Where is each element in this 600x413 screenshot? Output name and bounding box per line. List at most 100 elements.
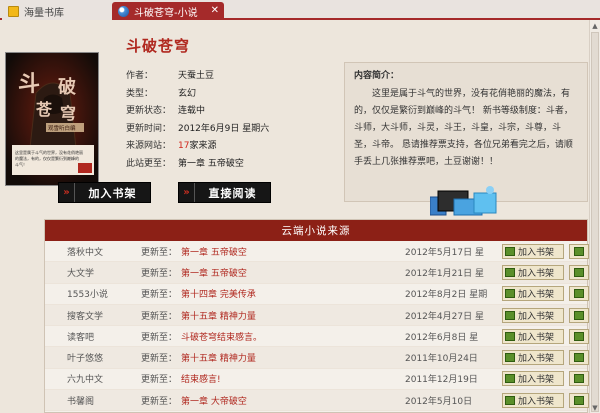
- cover-caption: 观雪听白编: [48, 124, 76, 132]
- source-date: 2012年5月17日 星: [405, 247, 484, 258]
- book-icon: [505, 353, 515, 363]
- row-add-to-shelf-button[interactable]: 加入书架: [502, 328, 564, 344]
- row-read-button[interactable]: [569, 350, 589, 366]
- scrollbar-thumb[interactable]: [591, 32, 599, 412]
- add-to-shelf-button[interactable]: » 加入书架: [58, 182, 151, 203]
- cover-big-char: 斗: [18, 71, 40, 97]
- source-date: 2012年1月21日 星: [405, 268, 484, 279]
- scroll-up-icon[interactable]: ▲: [590, 20, 600, 31]
- source-date: 2012年8月2日 星期: [405, 290, 488, 301]
- vertical-scrollbar[interactable]: ▲ ▼: [589, 20, 600, 413]
- source-list: 落秋中文 更新至： 第一章 五帝破空 2012年5月17日 星加入书架 大文学 更新至：第…: [45, 241, 589, 412]
- source-chapter[interactable]: 第十五章 精神力量: [181, 351, 256, 364]
- source-row[interactable]: 1553小说 更新至： 第十四章 完美传承 2012年8月2日 星期 加入书架: [45, 284, 589, 305]
- source-chapter[interactable]: 第一章 五帝破空: [181, 245, 247, 258]
- book-icon: [505, 395, 515, 405]
- source-site[interactable]: 搜客文学: [67, 309, 103, 322]
- book-info: 作者： 天蚕土豆 类型： 玄幻 更新状态： 连载中 更新时间： 2012年6月9…: [126, 66, 269, 171]
- source-row[interactable]: 落秋中文 更新至： 第一章 五帝破空 2012年5月17日 星 加入书架: [45, 241, 589, 263]
- book-icon: [505, 246, 515, 256]
- info-key: 更新时间：: [126, 123, 172, 134]
- row-read-button[interactable]: [569, 328, 589, 344]
- source-site[interactable]: 书馨阁: [67, 394, 94, 407]
- source-chapter[interactable]: 第一章 五帝破空: [181, 266, 247, 279]
- source-count-suffix: 家来源: [189, 141, 217, 152]
- button-label: 直接阅读: [208, 186, 257, 200]
- info-key: 更新状态：: [126, 106, 172, 117]
- tab-book-library[interactable]: 海量书库: [2, 2, 112, 20]
- chevron-right-icon: »: [59, 183, 75, 202]
- row-read-button[interactable]: [569, 392, 589, 408]
- row-read-button[interactable]: [569, 371, 589, 387]
- source-row[interactable]: 读客吧 更新至： 斗破苍穹结束感言。 2012年6月8日 星 加入书架: [45, 326, 589, 348]
- source-site[interactable]: 落秋中文: [67, 245, 103, 258]
- book-icon: [574, 246, 584, 256]
- button-label: 加入书架: [518, 332, 555, 343]
- info-author: 作者： 天蚕土豆: [126, 66, 269, 84]
- source-site[interactable]: 1553小说: [67, 287, 108, 300]
- row-add-to-shelf-button[interactable]: 加入书架: [502, 371, 564, 387]
- svg-text:斗气！: 斗气！: [15, 161, 27, 167]
- row-add-to-shelf-button[interactable]: 加入书架: [502, 286, 564, 302]
- source-site[interactable]: 叶子悠悠: [67, 351, 103, 364]
- row-add-to-shelf-button[interactable]: 加入书架: [502, 264, 564, 280]
- read-now-button[interactable]: » 直接阅读: [178, 182, 271, 203]
- book-icon: [505, 289, 515, 299]
- source-row[interactable]: 六九中文 更新至： 结束感言! 2011年12月19日 加入书架: [45, 369, 589, 391]
- source-row[interactable]: 叶子悠悠 更新至： 第十五章 精神力量 2011年10月24日 加入书架: [45, 347, 589, 369]
- row-read-button[interactable]: [569, 264, 589, 280]
- update-label: 更新至：: [141, 375, 178, 386]
- button-label: 加入书架: [518, 354, 555, 365]
- source-site[interactable]: 大文学: [67, 266, 94, 279]
- source-date: 2012年5月10日: [405, 396, 473, 407]
- source-site[interactable]: 六九中文: [67, 372, 103, 385]
- button-label: 加入书架: [518, 375, 555, 386]
- book-icon: [574, 331, 584, 341]
- svg-text:的魔法，有的，仅仅是繁衍到巅峰的: 的魔法，有的，仅仅是繁衍到巅峰的: [15, 155, 79, 161]
- row-add-to-shelf-button[interactable]: 加入书架: [502, 243, 564, 259]
- tab-novel-detail[interactable]: 斗破苍穹-小说 ✕: [112, 2, 224, 20]
- row-add-to-shelf-button[interactable]: 加入书架: [502, 307, 564, 323]
- source-row[interactable]: 大文学 更新至： 第一章 五帝破空 2012年1月21日 星 加入书架: [45, 262, 589, 284]
- button-label: 加入书架: [518, 268, 555, 279]
- globe-icon: [118, 5, 129, 17]
- synopsis-box: 内容简介： 这里是属于斗气的世界，没有花俏艳丽的魔法，有的，仅仅是繁衍到巅峰的斗…: [344, 62, 588, 202]
- book-icon: [505, 267, 515, 277]
- row-read-button[interactable]: [569, 243, 589, 259]
- button-label: 加入书架: [518, 290, 555, 301]
- scroll-down-icon[interactable]: ▼: [590, 402, 600, 413]
- update-label: 更新至：: [141, 311, 178, 322]
- info-value: 连载中: [178, 106, 206, 117]
- source-chapter[interactable]: 第十四章 完美传承: [181, 287, 256, 300]
- row-read-button[interactable]: [569, 286, 589, 302]
- source-row[interactable]: 书馨阁 更新至： 第一章 大帝破空 2012年5月10日 加入书架: [45, 390, 589, 412]
- book-title: 斗破苍穹: [126, 37, 191, 55]
- close-tab-icon[interactable]: ✕: [211, 5, 219, 16]
- source-chapter[interactable]: 结束感言!: [181, 372, 221, 385]
- update-label: 更新至：: [141, 268, 178, 279]
- update-label: 更新至：: [141, 290, 178, 301]
- book-icon: [505, 310, 515, 320]
- info-status: 更新状态： 连载中: [126, 101, 269, 119]
- svg-text:这里是属于斗气的世界，没有花俏艳丽: 这里是属于斗气的世界，没有花俏艳丽: [15, 149, 83, 155]
- source-chapter[interactable]: 第一章 大帝破空: [181, 394, 247, 407]
- row-add-to-shelf-button[interactable]: 加入书架: [502, 392, 564, 408]
- row-read-button[interactable]: [569, 307, 589, 323]
- source-site[interactable]: 读客吧: [67, 330, 94, 343]
- synopsis-text: 这里是属于斗气的世界，没有花俏艳丽的魔法，有的，仅仅是繁衍到巅峰的斗气！ 新书等…: [354, 89, 573, 167]
- info-value: 玄幻: [178, 88, 197, 99]
- chevron-right-icon: »: [179, 183, 195, 202]
- info-source-count: 来源网站： 17家来源: [126, 136, 269, 154]
- source-row[interactable]: 搜客文学 更新至： 第十五章 精神力量 2012年4月27日 星 加入书架: [45, 304, 589, 327]
- book-cover[interactable]: 斗 破 苍 穹 观雪听白编 这里是属于斗气的世界，没有花俏艳丽 的魔法，有的，仅…: [5, 52, 99, 186]
- source-chapter[interactable]: 斗破苍穹结束感言。: [181, 330, 262, 343]
- book-icon: [574, 374, 584, 384]
- source-date: 2011年12月19日: [405, 375, 478, 386]
- button-label: 加入书架: [518, 247, 555, 258]
- info-key: 来源网站：: [126, 141, 172, 152]
- update-label: 更新至：: [141, 354, 178, 365]
- cloud-sources-panel: 云端小说来源 落秋中文 更新至： 第一章 五帝破空 2012年5月17日 星加入书架大…: [44, 219, 589, 413]
- info-genre: 类型： 玄幻: [126, 84, 269, 102]
- source-chapter[interactable]: 第十五章 精神力量: [181, 309, 256, 322]
- row-add-to-shelf-button[interactable]: 加入书架: [502, 350, 564, 366]
